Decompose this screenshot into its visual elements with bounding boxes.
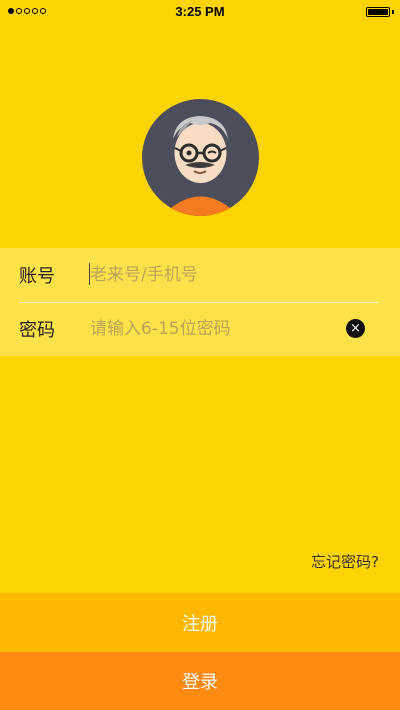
status-bar: 3:25 PM bbox=[0, 0, 400, 24]
account-label: 账号 bbox=[19, 266, 55, 287]
account-row: 账号 bbox=[0, 248, 400, 302]
battery-icon bbox=[366, 7, 390, 17]
close-icon[interactable]: × bbox=[346, 319, 365, 338]
avatar bbox=[142, 99, 259, 216]
login-form: 账号 密码 × bbox=[0, 248, 400, 356]
password-input[interactable] bbox=[90, 315, 330, 343]
battery-cap-icon bbox=[392, 10, 394, 14]
status-time: 3:25 PM bbox=[175, 4, 225, 19]
forgot-password-link[interactable]: 忘记密码? bbox=[311, 551, 379, 572]
account-input[interactable] bbox=[90, 261, 330, 289]
password-row: 密码 × bbox=[0, 302, 400, 356]
register-button[interactable]: 注册 bbox=[0, 593, 400, 652]
password-label: 密码 bbox=[19, 320, 55, 341]
login-button[interactable]: 登录 bbox=[0, 652, 400, 710]
